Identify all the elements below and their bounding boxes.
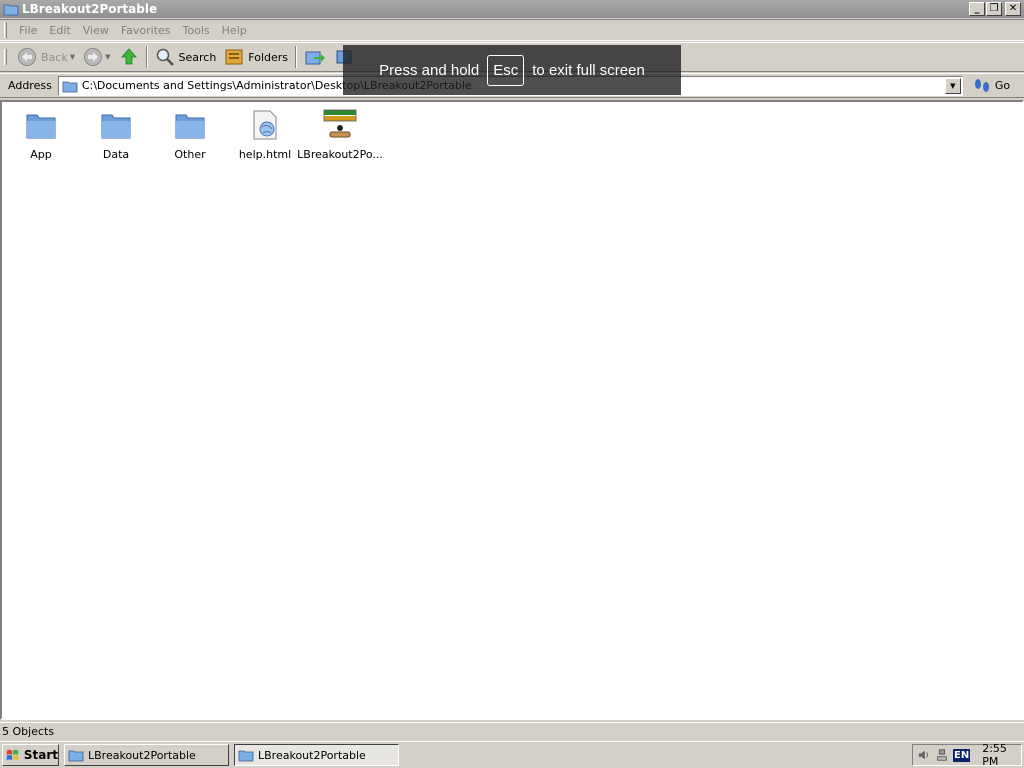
forward-button[interactable]: ▼ [79,44,114,70]
title-bar[interactable]: LBreakout2Portable _ ❐ ✕ [0,0,1024,18]
back-arrow-icon [18,48,36,66]
file-name: help.html [238,148,292,161]
go-arrow-icon [974,78,989,92]
menu-edit[interactable]: Edit [43,24,76,37]
menu-grip [4,22,7,38]
search-icon [156,48,174,66]
folder-icon [101,114,131,139]
menu-help[interactable]: Help [216,24,253,37]
back-label: Back [41,50,68,64]
address-dropdown-button[interactable]: ▼ [944,77,961,94]
folder-icon [26,114,56,139]
up-folder-button[interactable] [115,44,143,70]
esc-key-badge: Esc [487,54,525,86]
windows-logo-icon [6,749,19,761]
menu-favorites[interactable]: Favorites [115,24,177,37]
file-item-help-html[interactable]: help.html [227,108,303,161]
file-name: LBreakout2Po... [297,148,383,161]
minimize-icon: _ [974,3,980,14]
notice-suffix: to exit full screen [532,61,645,79]
file-item-data[interactable]: Data [78,108,154,161]
taskbar-window-button[interactable]: LBreakout2Portable [64,744,229,766]
minimize-button[interactable]: _ [969,2,985,16]
folder-icon [62,81,78,92]
taskbar: Start LBreakout2Portable LBreakout2Porta… [0,741,1024,768]
system-tray: EN 2:55 PM [912,742,1022,768]
network-icon[interactable] [935,747,949,763]
clock[interactable]: 2:55 PM [982,742,1021,768]
restore-button[interactable]: ❐ [986,2,1002,16]
menu-file[interactable]: File [13,24,43,37]
notice-prefix: Press and hold [379,61,480,79]
forward-arrow-icon [84,48,103,66]
start-label: Start [23,748,58,762]
search-label: Search [178,50,217,64]
lbreakout-app-icon [323,109,357,138]
status-object-count: 5 Objects [2,725,55,738]
folder-icon [68,750,84,762]
file-item-other[interactable]: Other [152,108,228,161]
search-button[interactable]: Search [151,44,221,70]
file-name: Other [174,148,206,161]
file-list-view[interactable]: App Data Other help.html LBreakout2Po... [0,100,1024,720]
start-button[interactable]: Start [2,744,59,766]
chevron-down-icon: ▼ [950,81,956,90]
volume-icon[interactable] [917,747,931,763]
language-indicator[interactable]: EN [953,748,971,762]
fullscreen-exit-notice: Press and hold Esc to exit full screen [343,45,681,95]
address-label: Address [8,79,52,92]
taskbar-window-label: LBreakout2Portable [88,748,196,762]
folders-button[interactable]: Folders [220,44,292,70]
folder-icon [238,750,254,762]
file-item-app[interactable]: App [3,108,79,161]
restore-icon: ❐ [989,3,999,14]
taskbar-window-button-active[interactable]: LBreakout2Portable [234,744,399,766]
file-name: Data [102,148,130,161]
go-label: Go [994,79,1011,92]
back-dropdown-icon[interactable]: ▼ [70,53,75,61]
back-button[interactable]: Back ▼ [13,44,79,70]
move-to-button[interactable] [300,44,330,70]
toolbar-separator [295,46,298,68]
toolbar-separator [145,46,148,68]
file-item-lbreakout2-portable[interactable]: LBreakout2Po... [297,108,383,161]
taskbar-window-label: LBreakout2Portable [258,748,366,762]
folder-icon [175,114,205,139]
close-button[interactable]: ✕ [1005,2,1021,16]
go-button[interactable]: Go [973,78,1010,94]
html-file-icon [253,110,277,140]
file-name: App [30,148,52,161]
window-title: LBreakout2Portable [22,2,158,16]
close-icon: ✕ [1008,3,1018,14]
up-arrow-icon [120,48,137,65]
status-bar: 5 Objects [0,722,1024,740]
menu-bar: File Edit View Favorites Tools Help [0,20,1024,41]
folders-icon [225,49,243,65]
menu-view[interactable]: View [77,24,115,37]
forward-dropdown-icon[interactable]: ▼ [105,53,110,61]
toolbar-grip [4,49,7,65]
move-to-icon [305,51,326,65]
menu-tools[interactable]: Tools [177,24,216,37]
folders-label: Folders [248,50,289,64]
folder-icon [3,4,19,16]
